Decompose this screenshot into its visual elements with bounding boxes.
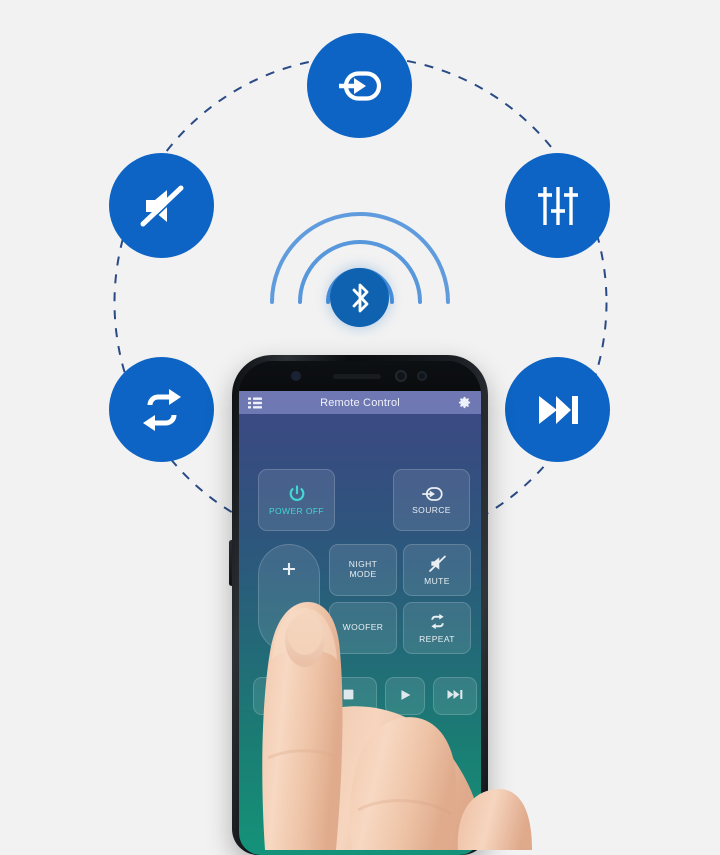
source-icon [338, 70, 381, 101]
list-menu-icon[interactable] [248, 397, 262, 409]
app-body: POWER OFF SOURCE NIGHT MODE MUTE WOOFER … [239, 414, 481, 855]
feature-circle-equalizer[interactable] [505, 153, 610, 258]
next-track-icon [446, 688, 464, 701]
phone-inner-frame: Remote Control POWER OFF SOURCE NIGHT MO… [239, 361, 481, 855]
scene: Remote Control POWER OFF SOURCE NIGHT MO… [0, 0, 720, 855]
stop-button[interactable] [319, 677, 377, 715]
mute-button[interactable]: MUTE [403, 544, 471, 596]
prev-track-icon [273, 688, 291, 701]
next-track-icon [538, 395, 578, 424]
next-button[interactable] [433, 677, 477, 715]
smartphone: Remote Control POWER OFF SOURCE NIGHT MO… [232, 355, 488, 855]
repeat-icon [427, 611, 448, 632]
source-label: SOURCE [412, 504, 451, 515]
power-off-label: POWER OFF [268, 505, 325, 516]
woofer-button[interactable]: WOOFER [329, 602, 397, 654]
repeat-icon [142, 388, 181, 431]
source-icon [420, 485, 444, 503]
mute-label: MUTE [424, 576, 450, 587]
phone-top-bezel [239, 361, 481, 391]
feature-circle-next-track[interactable] [505, 357, 610, 462]
source-button[interactable]: SOURCE [393, 469, 470, 531]
power-icon [287, 484, 307, 504]
mute-icon [140, 185, 184, 227]
woofer-label: WOOFER [342, 622, 384, 633]
app-title: Remote Control [320, 396, 400, 409]
feature-circle-source[interactable] [307, 33, 412, 138]
repeat-button[interactable]: REPEAT [403, 602, 471, 654]
mute-icon [427, 553, 448, 574]
iris-scanner-icon [395, 370, 407, 382]
prev-button[interactable] [253, 677, 311, 715]
stop-icon [342, 688, 355, 701]
plus-icon [280, 560, 298, 578]
bluetooth-icon [352, 283, 368, 312]
play-button[interactable] [385, 677, 425, 715]
front-camera-icon [417, 371, 427, 381]
gear-icon[interactable] [457, 395, 472, 410]
proximity-sensor-icon [291, 371, 301, 381]
feature-circle-repeat[interactable] [109, 357, 214, 462]
night-mode-button[interactable]: NIGHT MODE [329, 544, 397, 596]
feature-circle-mute[interactable] [109, 153, 214, 258]
play-icon [399, 688, 412, 702]
phone-screen: Remote Control POWER OFF SOURCE NIGHT MO… [239, 391, 481, 855]
earpiece-speaker [333, 374, 381, 379]
app-titlebar: Remote Control [239, 391, 481, 414]
power-off-button[interactable]: POWER OFF [258, 469, 335, 531]
volume-up-button[interactable] [258, 544, 320, 652]
night-mode-label-line2: MODE [349, 569, 377, 579]
equalizer-icon [537, 186, 578, 225]
repeat-label: REPEAT [419, 634, 455, 645]
bluetooth-badge[interactable] [330, 268, 389, 327]
